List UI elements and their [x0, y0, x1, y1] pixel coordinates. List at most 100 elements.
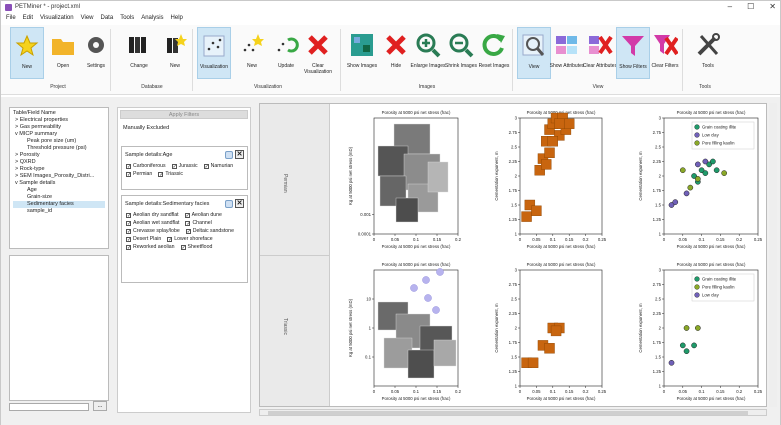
menu-data[interactable]: Data [101, 15, 114, 21]
filter-checkbox[interactable]: ✓ Permian [126, 171, 152, 177]
ribbon-button-enlarge-images[interactable]: Enlarge Images [410, 27, 446, 79]
refresh-icon[interactable] [225, 150, 233, 159]
filter-checkbox[interactable]: ✓ Channel [185, 220, 212, 226]
filter-checkbox[interactable]: ✓ Aeolian wet sandflat [126, 220, 179, 226]
tree-item[interactable]: Age [13, 187, 105, 194]
filter-checkbox[interactable]: ✓ Carboniferous [126, 163, 166, 169]
tree-item[interactable]: > Electrical properties [13, 117, 105, 124]
tree-item[interactable]: > SEM Images_Porosity_Distri... [13, 173, 105, 180]
refresh-icon[interactable] [225, 199, 233, 208]
apply-filters-button[interactable]: Apply Filters [120, 110, 248, 119]
ribbon-button-open[interactable]: Open [46, 27, 80, 79]
tree-item[interactable]: Peak pore size (um) [13, 138, 105, 145]
ribbon-button-clear-visualization[interactable]: Clear Visualization [301, 27, 335, 79]
ribbon-button-reset-images[interactable]: Reset Images [477, 27, 511, 79]
ribbon-button-tools[interactable]: Tools [691, 27, 725, 79]
ribbon-button-new[interactable]: New [158, 27, 192, 79]
sem-image-thumbnail [395, 197, 419, 223]
tree-header: Table/Field Name [13, 110, 56, 116]
main-content: Table/Field Name > Electrical properties… [1, 97, 780, 425]
ribbon-button-shrink-images[interactable]: Shrink Images [444, 27, 478, 79]
tree-item[interactable]: Threshold pressure (psi) [13, 145, 105, 152]
ribbon-button-view[interactable]: View [517, 27, 551, 79]
search-input[interactable] [9, 403, 89, 411]
ribbon-button-new[interactable]: New [10, 27, 44, 79]
images-icon [349, 31, 375, 59]
y-tick-label: 1.75 [509, 188, 518, 193]
ribbon-button-clear-filters[interactable]: Clear Filters [648, 27, 682, 79]
maximize-button[interactable]: ☐ [747, 2, 754, 11]
tree-item[interactable]: > Gas permeability [13, 124, 105, 131]
y-tick-label: 2.75 [509, 130, 518, 135]
filter-checkbox[interactable]: ✓ Aeolian dune [184, 212, 222, 218]
filter-checkbox[interactable]: ✓ Lower shoreface [167, 236, 213, 242]
x-tick-label: 0.2 [736, 237, 743, 242]
x-tick-label: 0.05 [532, 389, 541, 394]
x-tick-label: 0.1 [550, 389, 557, 394]
filter-checkbox[interactable]: ✓ Triassic [158, 171, 183, 177]
tree-item[interactable]: v Sample details [13, 180, 105, 187]
menu-visualization[interactable]: Visualization [40, 15, 74, 21]
ribbon-button-hide[interactable]: Hide [379, 27, 413, 79]
field-tree[interactable]: Table/Field Name > Electrical properties… [9, 107, 109, 249]
data-point [710, 158, 716, 165]
checkbox-label: Triassic [165, 171, 184, 177]
menu-analysis[interactable]: Analysis [141, 15, 163, 21]
filter-checkbox[interactable]: ✓ Jurassic [171, 163, 198, 169]
remove-filter-button[interactable]: ✕ [235, 150, 244, 159]
filter-checkbox[interactable]: ✓ Aeolian dry sandflat [126, 212, 179, 218]
ribbon-button-change[interactable]: Change [122, 27, 156, 79]
tree-item[interactable]: > QXRD [13, 159, 105, 166]
filter-checkbox[interactable]: ✓ Crevasse splay/lobe [126, 228, 180, 234]
x-axis-label: Porosity at 5000 psi net stress (frac) [382, 244, 451, 249]
ribbon-button-visualization[interactable]: Visualization [197, 27, 231, 79]
filter-checkbox[interactable]: ✓ Namurian [203, 163, 233, 169]
filter-checkbox[interactable]: ✓ Desert Plain [126, 236, 161, 242]
legend-marker [694, 292, 700, 298]
menu-bar: File Edit Visualization View Data Tools … [1, 13, 780, 23]
ribbon-button-show-attributes[interactable]: Show Attributes [550, 27, 584, 79]
ribbon-button-new[interactable]: New [235, 27, 269, 79]
x-tick-label: 0.1 [413, 389, 420, 394]
minimize-button[interactable]: – [728, 2, 732, 11]
tree-item[interactable]: Sedimentary facies [13, 201, 105, 208]
menu-file[interactable]: File [6, 15, 16, 21]
tree-item[interactable]: v MICP summary [13, 131, 105, 138]
remove-filter-button[interactable]: ✕ [235, 199, 244, 208]
legend-label: Low clay [702, 293, 720, 298]
binders-icon [126, 31, 152, 59]
ribbon-button-label: New [21, 64, 32, 70]
vertical-scrollbar[interactable] [769, 103, 777, 407]
browse-button[interactable]: ... [93, 401, 107, 411]
row-header-permian: Permian [260, 104, 330, 256]
menu-view[interactable]: View [81, 15, 94, 21]
x-axis-label: Porosity at 5000 psi net stress (frac) [527, 244, 596, 249]
filters-panel: Apply Filters Manually Excluded Sample d… [117, 107, 251, 413]
ribbon-button-settings[interactable]: Settings [79, 27, 113, 79]
menu-tools[interactable]: Tools [120, 15, 134, 21]
checkbox-label: Desert Plain [133, 236, 162, 242]
menu-help[interactable]: Help [171, 15, 183, 21]
plots-svg[interactable]: Porosity at 5000 psi net stress (frac) Po… [330, 104, 767, 407]
red-x-icon [305, 31, 331, 59]
ribbon-button-show-filters[interactable]: Show Filters [616, 27, 650, 79]
ribbon-button-label: Reset Images [478, 63, 510, 69]
ribbon-button-show-images[interactable]: Show Images [345, 27, 379, 79]
tree-item[interactable]: > Porosity [13, 152, 105, 159]
close-button[interactable]: ✕ [769, 2, 776, 11]
menu-edit[interactable]: Edit [23, 15, 33, 21]
filter-checkbox[interactable]: ✓ Reworked aeolian [126, 244, 175, 250]
legend-marker [694, 284, 700, 290]
horizontal-scrollbar[interactable] [259, 409, 767, 416]
ribbon-button-clear-attributes[interactable]: Clear Attributes [583, 27, 617, 79]
attribute-list[interactable] [9, 255, 109, 401]
filter-checkbox[interactable]: ✓ Sheetflood [180, 244, 212, 250]
filter-checkbox[interactable]: ✓ Deltaic sandstone [185, 228, 234, 234]
checkbox-label: Channel [192, 220, 212, 226]
ribbon-button-label: Clear Filters [651, 63, 679, 69]
tree-item[interactable]: sample_id [13, 208, 105, 215]
tree-item[interactable]: Grain-size [13, 194, 105, 201]
data-point [547, 136, 559, 147]
y-tick-label: 2.25 [653, 311, 662, 316]
tree-item[interactable]: > Rock-type [13, 166, 105, 173]
